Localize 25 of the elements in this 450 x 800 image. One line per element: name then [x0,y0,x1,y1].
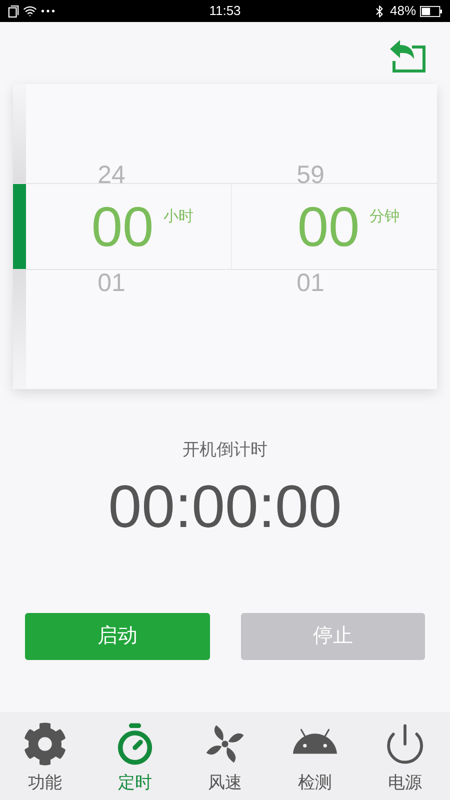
nav-tab[interactable]: 检测 [270,712,360,800]
countdown-time: 00:00:00 [107,476,343,536]
picker-value[interactable]: 00 [91,198,154,254]
sim-card-icon [8,4,19,18]
gear-icon [23,722,67,766]
picker-option[interactable]: 59 [296,163,324,188]
picker-unit: 分钟 [370,207,400,227]
battery-percent: 48% [390,2,416,20]
picker-value[interactable]: 00 [297,198,360,254]
wifi-icon [23,4,37,18]
status-time: 11:53 [208,2,242,20]
start-button[interactable]: 启动 [25,612,210,660]
nav-tab[interactable]: 功能 [0,712,90,800]
nav-tab[interactable]: 电源 [360,712,450,800]
more-dots-icon [41,9,55,13]
countdown-label: 开机倒计时 [182,439,268,461]
back-button[interactable] [388,39,426,73]
picker-option[interactable]: 01 [98,271,126,296]
picker-option[interactable]: 24 [98,163,126,188]
return-arrow-icon [388,39,426,73]
nav-tab[interactable]: 风速 [180,712,270,800]
picker-option[interactable]: 01 [296,271,324,296]
picker-unit: 小时 [164,207,194,227]
battery-icon [420,6,442,16]
nav-tab[interactable]: 定时 [90,712,180,800]
